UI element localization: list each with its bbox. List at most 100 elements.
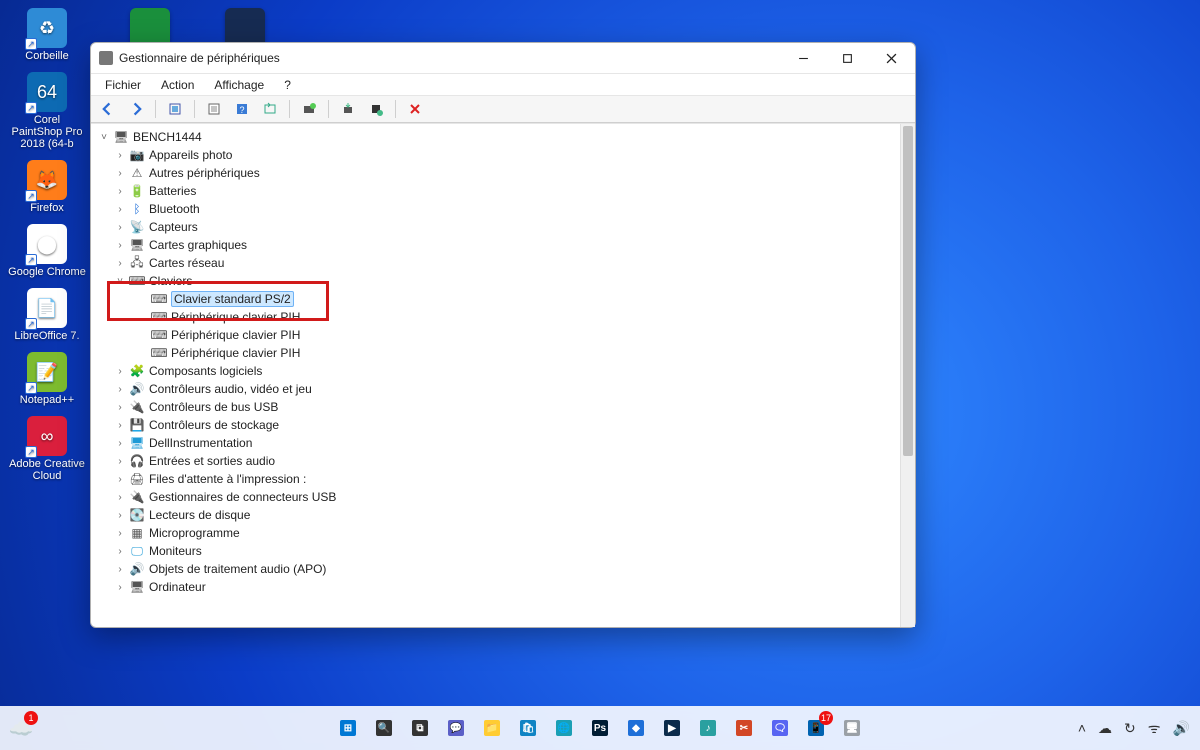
tree-chevron-icon[interactable]: › xyxy=(113,402,127,413)
tree-device[interactable]: ⌨Périphérique clavier PIH xyxy=(95,344,899,362)
taskbar-amazon-music[interactable]: ♪ xyxy=(693,713,723,743)
tray-sync-icon[interactable]: ↻ xyxy=(1124,720,1136,737)
tree-category[interactable]: ›🖥Ordinateur xyxy=(95,578,899,596)
tree-device[interactable]: ⌨Clavier standard PS/2 xyxy=(95,290,899,308)
taskbar-explorer[interactable]: 📁 xyxy=(477,713,507,743)
tree-category[interactable]: ›📡Capteurs xyxy=(95,218,899,236)
tree-chevron-icon[interactable]: › xyxy=(113,474,127,485)
tray-wifi-icon[interactable]: ᯤ xyxy=(1148,719,1161,738)
tray-volume-icon[interactable]: 🔊 xyxy=(1173,720,1190,737)
device-tree[interactable]: ˅🖥BENCH1444›📷Appareils photo›⚠Autres pér… xyxy=(91,124,899,627)
tree-device[interactable]: ⌨Périphérique clavier PIH xyxy=(95,326,899,344)
menu-action[interactable]: Action xyxy=(153,76,202,94)
tree-chevron-icon[interactable]: › xyxy=(113,222,127,233)
desktop-icon[interactable]: 64↗Corel PaintShop Pro 2018 (64-b xyxy=(8,72,86,150)
desktop-icon[interactable]: ⬤↗Google Chrome xyxy=(8,224,86,278)
desktop-icon[interactable]: ∞↗Adobe Creative Cloud xyxy=(8,416,86,482)
tree-category[interactable]: ›🖥DellInstrumentation xyxy=(95,434,899,452)
taskbar-store[interactable]: 🛍 xyxy=(513,713,543,743)
toolbar-forward-button[interactable] xyxy=(123,98,149,120)
tree-chevron-icon[interactable]: › xyxy=(113,492,127,503)
maximize-button[interactable] xyxy=(825,44,869,72)
menu-fichier[interactable]: Fichier xyxy=(97,76,149,94)
tray-onedrive-icon[interactable]: ☁ xyxy=(1098,720,1112,737)
menu-?[interactable]: ? xyxy=(276,76,299,94)
toolbar-refresh-button[interactable] xyxy=(257,98,283,120)
tree-node-label: Contrôleurs de stockage xyxy=(149,418,279,432)
scrollbar-thumb[interactable] xyxy=(903,126,913,456)
tree-category[interactable]: ›▦Microprogramme xyxy=(95,524,899,542)
tree-chevron-icon[interactable]: › xyxy=(113,168,127,179)
tree-chevron-icon[interactable]: › xyxy=(113,510,127,521)
taskbar-device-manager[interactable]: 🖥 xyxy=(837,713,867,743)
taskbar-tool1[interactable]: ◆ xyxy=(621,713,651,743)
tree-category[interactable]: ›🖵Moniteurs xyxy=(95,542,899,560)
tree-chevron-icon[interactable]: ˅ xyxy=(113,276,127,287)
tree-chevron-icon[interactable]: › xyxy=(113,438,127,449)
taskbar-search[interactable]: 🔍 xyxy=(369,713,399,743)
toolbar-help-button[interactable]: ? xyxy=(229,98,255,120)
tree-chevron-icon[interactable]: › xyxy=(113,564,127,575)
tree-category[interactable]: ›⚠Autres périphériques xyxy=(95,164,899,182)
tree-chevron-icon[interactable]: › xyxy=(113,546,127,557)
tray-chevron-up-icon[interactable]: ˄ xyxy=(1078,720,1086,736)
tree-category[interactable]: ›🖧Cartes réseau xyxy=(95,254,899,272)
tree-node-label: Bluetooth xyxy=(149,202,200,216)
toolbar-properties-button[interactable] xyxy=(201,98,227,120)
toolbar-show-hidden-button[interactable] xyxy=(162,98,188,120)
tree-category[interactable]: ›🔌Contrôleurs de bus USB xyxy=(95,398,899,416)
vertical-scrollbar[interactable] xyxy=(900,124,915,627)
shortcut-arrow-icon: ↗ xyxy=(25,38,37,50)
taskbar-task-view[interactable]: ⧉ xyxy=(405,713,435,743)
tree-category[interactable]: ›ᛒBluetooth xyxy=(95,200,899,218)
tree-chevron-icon[interactable]: › xyxy=(113,150,127,161)
close-button[interactable] xyxy=(869,44,913,72)
tree-category[interactable]: ›🔌Gestionnaires de connecteurs USB xyxy=(95,488,899,506)
tree-chevron-icon[interactable]: › xyxy=(113,420,127,431)
desktop-icon[interactable]: 🦊↗Firefox xyxy=(8,160,86,214)
desktop-icon[interactable]: 📝↗Notepad++ xyxy=(8,352,86,406)
tree-root[interactable]: ˅🖥BENCH1444 xyxy=(95,128,899,146)
tree-category[interactable]: ›🔊Objets de traitement audio (APO) xyxy=(95,560,899,578)
tree-chevron-icon[interactable]: › xyxy=(113,366,127,377)
taskbar-phone-link[interactable]: 📱17 xyxy=(801,713,831,743)
toolbar-install-button[interactable] xyxy=(335,98,361,120)
taskbar-discord[interactable]: 🗨 xyxy=(765,713,795,743)
weather-widget[interactable]: ☁️ 1 xyxy=(6,713,36,743)
tree-chevron-icon[interactable]: › xyxy=(113,384,127,395)
tree-category[interactable]: ›🖨Files d'attente à l'impression : xyxy=(95,470,899,488)
tree-category[interactable]: ›🔊Contrôleurs audio, vidéo et jeu xyxy=(95,380,899,398)
tree-category[interactable]: ›💾Contrôleurs de stockage xyxy=(95,416,899,434)
tree-category[interactable]: ›🎧Entrées et sorties audio xyxy=(95,452,899,470)
taskbar-chat[interactable]: 💬 xyxy=(441,713,471,743)
taskbar-tool2[interactable]: ▶ xyxy=(657,713,687,743)
tree-chevron-icon[interactable]: › xyxy=(113,582,127,593)
taskbar-start[interactable]: ⊞ xyxy=(333,713,363,743)
tree-chevron-icon[interactable]: › xyxy=(113,240,127,251)
tree-category[interactable]: ˅⌨Claviers xyxy=(95,272,899,290)
tree-chevron-icon[interactable]: › xyxy=(113,258,127,269)
toolbar-delete-button[interactable] xyxy=(402,98,428,120)
minimize-button[interactable] xyxy=(781,44,825,72)
titlebar[interactable]: Gestionnaire de périphériques xyxy=(91,43,915,73)
menu-affichage[interactable]: Affichage xyxy=(206,76,272,94)
tree-chevron-icon[interactable]: › xyxy=(113,204,127,215)
toolbar-back-button[interactable] xyxy=(95,98,121,120)
toolbar-scan-button[interactable] xyxy=(296,98,322,120)
tree-category[interactable]: ›🧩Composants logiciels xyxy=(95,362,899,380)
tree-category[interactable]: ›🖥Cartes graphiques xyxy=(95,236,899,254)
desktop-icon[interactable]: ♻↗Corbeille xyxy=(8,8,86,62)
tree-chevron-icon[interactable]: › xyxy=(113,186,127,197)
tree-chevron-icon[interactable]: ˅ xyxy=(97,132,111,143)
tree-chevron-icon[interactable]: › xyxy=(113,528,127,539)
toolbar-uninstall-button[interactable] xyxy=(363,98,389,120)
taskbar-photoshop[interactable]: Ps xyxy=(585,713,615,743)
tree-category[interactable]: ›💽Lecteurs de disque xyxy=(95,506,899,524)
tree-chevron-icon[interactable]: › xyxy=(113,456,127,467)
taskbar-snip[interactable]: ✂ xyxy=(729,713,759,743)
tree-category[interactable]: ›📷Appareils photo xyxy=(95,146,899,164)
desktop-icon[interactable]: 📄↗LibreOffice 7. xyxy=(8,288,86,342)
taskbar-edge[interactable]: 🌐 xyxy=(549,713,579,743)
tree-device[interactable]: ⌨Périphérique clavier PIH xyxy=(95,308,899,326)
tree-category[interactable]: ›🔋Batteries xyxy=(95,182,899,200)
